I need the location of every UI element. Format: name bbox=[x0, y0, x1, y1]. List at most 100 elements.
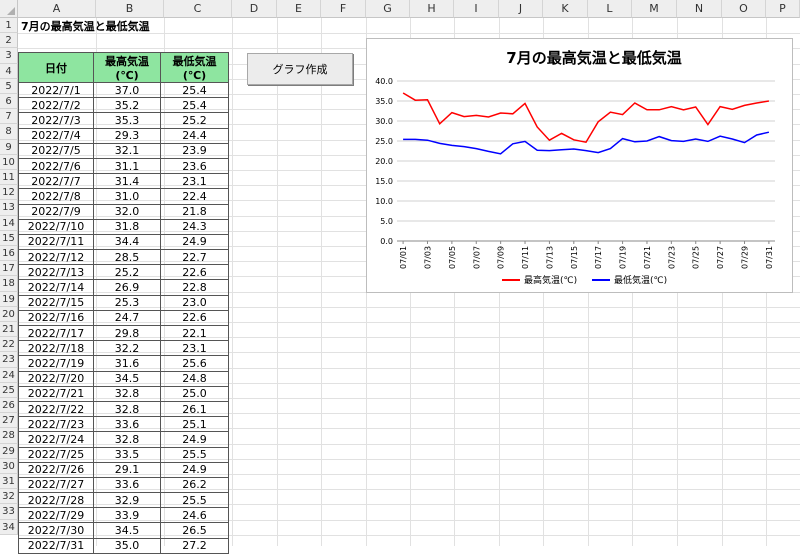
min-temp-cell[interactable]: 24.3 bbox=[160, 218, 229, 235]
row-header[interactable]: 12 bbox=[0, 185, 18, 201]
min-temp-cell[interactable]: 22.4 bbox=[160, 188, 229, 205]
date-cell[interactable]: 2022/7/15 bbox=[18, 294, 94, 311]
max-temp-cell[interactable]: 31.4 bbox=[93, 173, 161, 190]
column-header[interactable]: N bbox=[677, 0, 722, 18]
min-temp-cell[interactable]: 26.5 bbox=[160, 522, 229, 539]
max-temp-cell[interactable]: 32.0 bbox=[93, 203, 161, 220]
max-temp-cell[interactable]: 32.2 bbox=[93, 340, 161, 357]
min-temp-cell[interactable]: 24.4 bbox=[160, 127, 229, 144]
row-header[interactable]: 2 bbox=[0, 33, 18, 49]
min-temp-cell[interactable]: 22.6 bbox=[160, 309, 229, 327]
min-temp-cell[interactable]: 25.5 bbox=[160, 446, 229, 463]
row-header[interactable]: 10 bbox=[0, 154, 18, 170]
date-cell[interactable]: 2022/7/6 bbox=[18, 157, 94, 175]
max-temp-cell[interactable]: 26.9 bbox=[93, 279, 161, 296]
row-header[interactable]: 6 bbox=[0, 94, 18, 110]
date-cell[interactable]: 2022/7/1 bbox=[18, 81, 94, 99]
max-temp-cell[interactable]: 29.8 bbox=[93, 324, 161, 342]
chart-area[interactable]: 7月の最高気温と最低気温 0.0 5.0 10.0 15.0 20.0 25.0 30.0 35… bbox=[366, 38, 793, 293]
max-temp-cell[interactable]: 31.1 bbox=[93, 157, 161, 175]
min-temp-cell[interactable]: 25.5 bbox=[160, 492, 229, 509]
column-header[interactable]: E bbox=[277, 0, 321, 18]
row-header[interactable]: 19 bbox=[0, 291, 18, 307]
max-temp-cell[interactable]: 35.3 bbox=[93, 112, 161, 129]
min-temp-cell[interactable]: 22.1 bbox=[160, 324, 229, 342]
row-header[interactable]: 25 bbox=[0, 382, 18, 398]
date-cell[interactable]: 2022/7/2 bbox=[18, 97, 94, 114]
date-cell[interactable]: 2022/7/20 bbox=[18, 370, 94, 387]
min-temp-cell[interactable]: 25.0 bbox=[160, 385, 229, 402]
column-header[interactable]: O bbox=[722, 0, 766, 18]
max-temp-cell[interactable]: 31.0 bbox=[93, 188, 161, 205]
row-header[interactable]: 24 bbox=[0, 367, 18, 383]
column-header[interactable]: K bbox=[543, 0, 588, 18]
min-temp-cell[interactable]: 25.6 bbox=[160, 355, 229, 372]
row-header[interactable]: 4 bbox=[0, 63, 18, 79]
max-temp-cell[interactable]: 25.2 bbox=[93, 264, 161, 281]
column-header[interactable]: B bbox=[96, 0, 164, 18]
max-temp-cell[interactable]: 32.8 bbox=[93, 400, 161, 418]
min-temp-cell[interactable]: 24.9 bbox=[160, 431, 229, 448]
min-temp-cell[interactable]: 23.1 bbox=[160, 173, 229, 190]
row-header[interactable]: 15 bbox=[0, 230, 18, 246]
date-cell[interactable]: 2022/7/30 bbox=[18, 522, 94, 539]
date-cell[interactable]: 2022/7/19 bbox=[18, 355, 94, 372]
max-temp-cell[interactable]: 31.6 bbox=[93, 355, 161, 372]
column-header[interactable]: A bbox=[18, 0, 96, 18]
row-header[interactable]: 26 bbox=[0, 398, 18, 414]
min-temp-cell[interactable]: 24.9 bbox=[160, 461, 229, 478]
header-min-temp[interactable]: 最低気温(℃) bbox=[160, 52, 229, 83]
date-cell[interactable]: 2022/7/4 bbox=[18, 127, 94, 144]
row-header[interactable]: 14 bbox=[0, 215, 18, 231]
row-header[interactable]: 7 bbox=[0, 109, 18, 125]
sheet-title-cell[interactable]: 7月の最高気温と最低気温 bbox=[21, 19, 150, 34]
min-temp-cell[interactable]: 26.1 bbox=[160, 400, 229, 418]
date-cell[interactable]: 2022/7/26 bbox=[18, 461, 94, 478]
max-temp-cell[interactable]: 34.5 bbox=[93, 370, 161, 387]
date-cell[interactable]: 2022/7/25 bbox=[18, 446, 94, 463]
column-header[interactable]: C bbox=[164, 0, 232, 18]
column-header[interactable]: G bbox=[366, 0, 410, 18]
max-temp-cell[interactable]: 33.5 bbox=[93, 446, 161, 463]
column-header[interactable]: J bbox=[499, 0, 543, 18]
date-cell[interactable]: 2022/7/3 bbox=[18, 112, 94, 129]
min-temp-cell[interactable]: 25.4 bbox=[160, 81, 229, 99]
date-cell[interactable]: 2022/7/18 bbox=[18, 340, 94, 357]
date-cell[interactable]: 2022/7/28 bbox=[18, 492, 94, 509]
max-temp-cell[interactable]: 32.9 bbox=[93, 492, 161, 509]
max-temp-cell[interactable]: 24.7 bbox=[93, 309, 161, 327]
date-cell[interactable]: 2022/7/16 bbox=[18, 309, 94, 327]
min-temp-cell[interactable]: 23.6 bbox=[160, 157, 229, 175]
row-header[interactable]: 33 bbox=[0, 504, 18, 520]
column-header[interactable]: I bbox=[454, 0, 499, 18]
min-temp-cell[interactable]: 26.2 bbox=[160, 476, 229, 494]
row-header[interactable]: 29 bbox=[0, 443, 18, 459]
row-header[interactable]: 31 bbox=[0, 474, 18, 490]
max-temp-cell[interactable]: 34.4 bbox=[93, 233, 161, 251]
max-temp-cell[interactable]: 25.3 bbox=[93, 294, 161, 311]
max-temp-cell[interactable]: 29.1 bbox=[93, 461, 161, 478]
date-cell[interactable]: 2022/7/10 bbox=[18, 218, 94, 235]
min-temp-cell[interactable]: 22.8 bbox=[160, 279, 229, 296]
row-header[interactable]: 11 bbox=[0, 170, 18, 186]
min-temp-cell[interactable]: 25.1 bbox=[160, 416, 229, 433]
min-temp-cell[interactable]: 22.6 bbox=[160, 264, 229, 281]
date-cell[interactable]: 2022/7/13 bbox=[18, 264, 94, 281]
date-cell[interactable]: 2022/7/21 bbox=[18, 385, 94, 402]
row-header[interactable]: 23 bbox=[0, 352, 18, 368]
min-temp-cell[interactable]: 24.6 bbox=[160, 507, 229, 524]
create-graph-button[interactable]: グラフ作成 bbox=[247, 53, 353, 85]
date-cell[interactable]: 2022/7/12 bbox=[18, 249, 94, 266]
date-cell[interactable]: 2022/7/23 bbox=[18, 416, 94, 433]
date-cell[interactable]: 2022/7/5 bbox=[18, 142, 94, 159]
row-header[interactable]: 28 bbox=[0, 428, 18, 444]
max-temp-cell[interactable]: 29.3 bbox=[93, 127, 161, 144]
min-temp-cell[interactable]: 23.1 bbox=[160, 340, 229, 357]
date-cell[interactable]: 2022/7/17 bbox=[18, 324, 94, 342]
min-temp-cell[interactable]: 25.4 bbox=[160, 97, 229, 114]
max-temp-cell[interactable]: 32.1 bbox=[93, 142, 161, 159]
min-temp-cell[interactable]: 23.0 bbox=[160, 294, 229, 311]
min-temp-cell[interactable]: 21.8 bbox=[160, 203, 229, 220]
row-header[interactable]: 32 bbox=[0, 489, 18, 505]
min-temp-cell[interactable]: 23.9 bbox=[160, 142, 229, 159]
